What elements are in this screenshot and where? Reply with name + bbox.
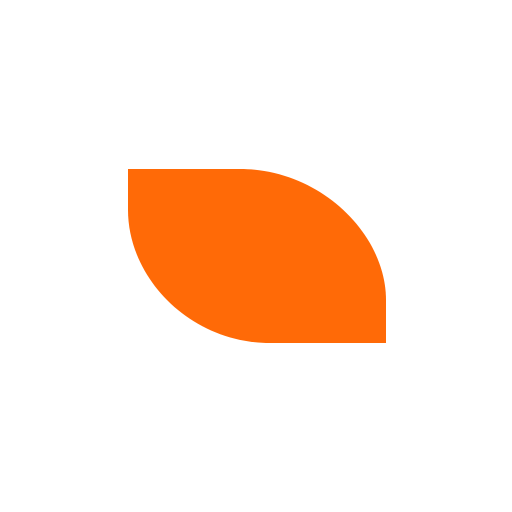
leaf-petal-icon (128, 169, 386, 343)
icon-canvas (0, 0, 512, 512)
leaf-shape-container (0, 0, 512, 512)
leaf-petal-shape (128, 169, 386, 343)
